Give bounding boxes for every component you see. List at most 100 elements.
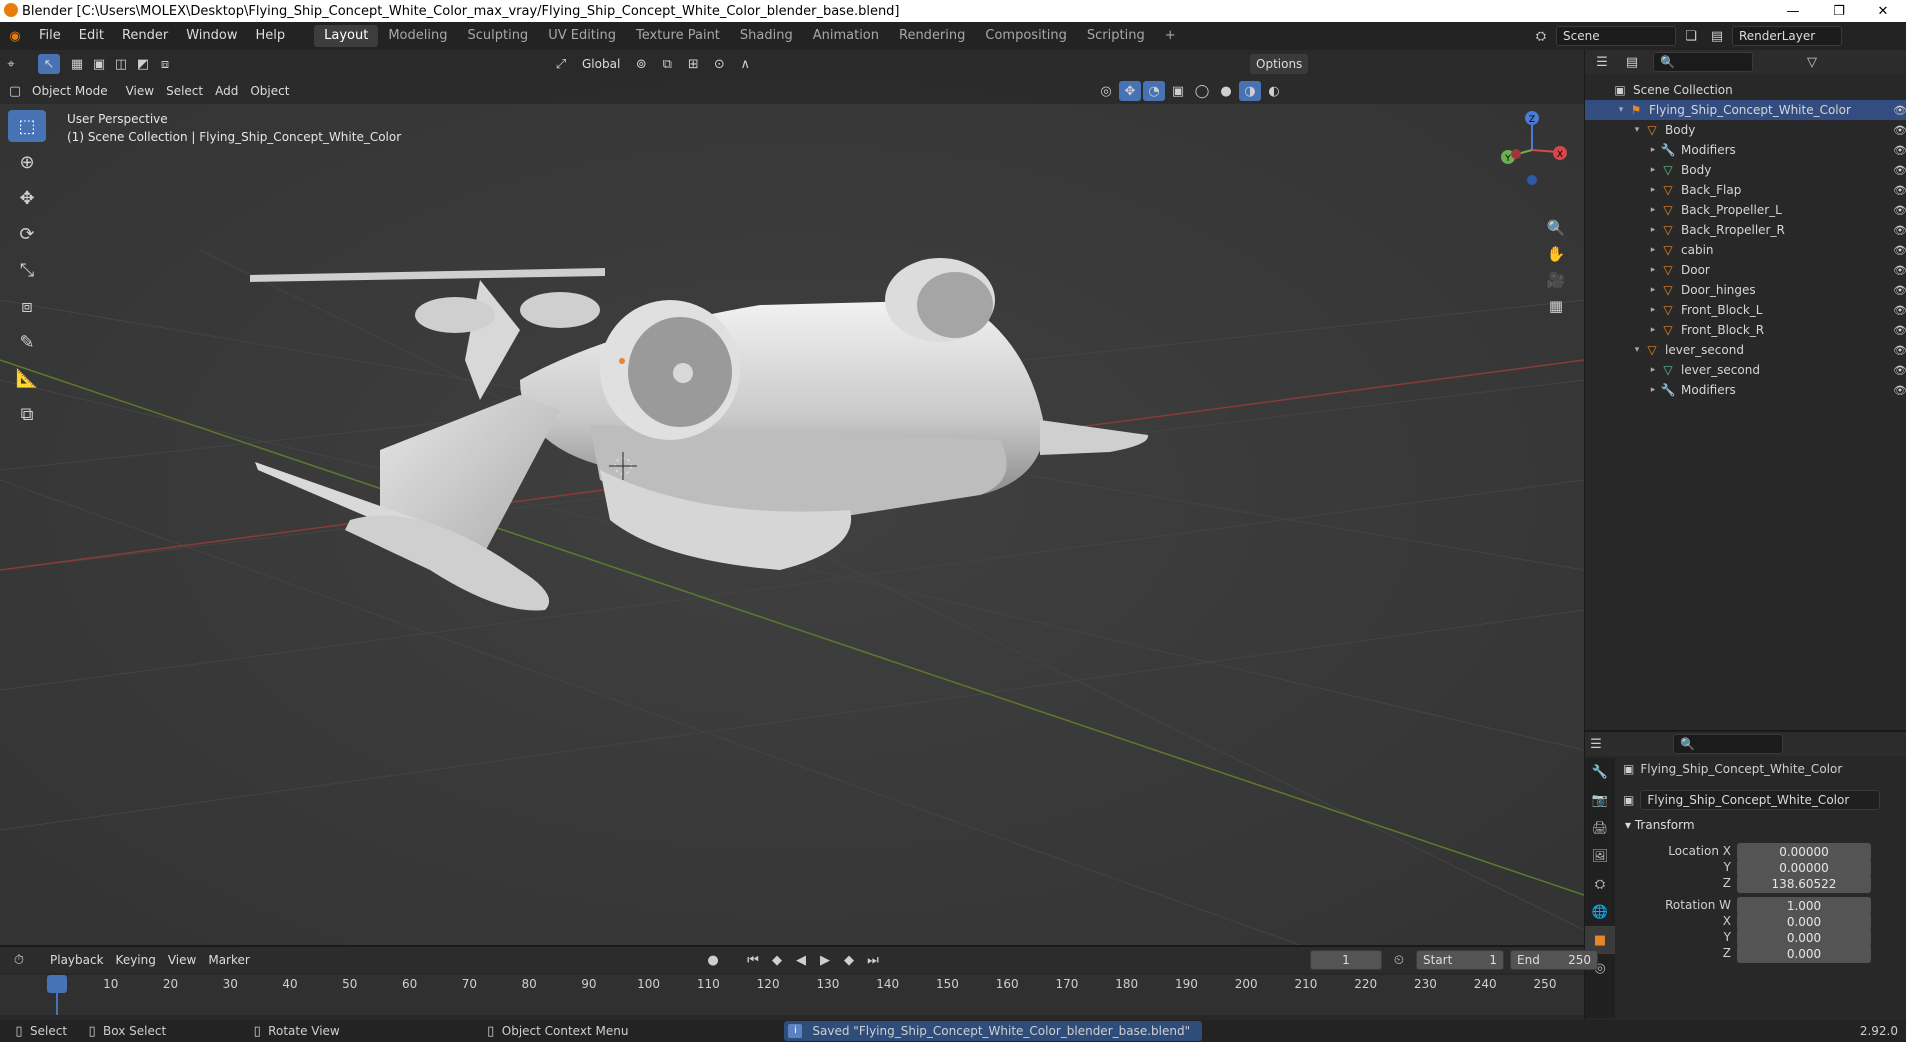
- tab-texture-paint[interactable]: Texture Paint: [626, 25, 730, 47]
- visibility-eye-icon[interactable]: 👁: [1893, 344, 1906, 357]
- outliner-row[interactable]: ▸ ▽ Front_Block_L 👁: [1585, 300, 1906, 320]
- start-frame-field[interactable]: Start 1: [1416, 950, 1504, 970]
- outliner-row[interactable]: ▸ ▽ Door_hinges 👁: [1585, 280, 1906, 300]
- next-keyframe-icon[interactable]: ◆: [838, 950, 860, 970]
- pivot-point-icon[interactable]: ⊚: [630, 54, 652, 74]
- snap-icon[interactable]: ⧉: [656, 54, 678, 74]
- display-mode-icon[interactable]: ▤: [1621, 52, 1643, 72]
- add-workspace-button[interactable]: +: [1155, 25, 1186, 47]
- render-layer-field[interactable]: RenderLayer: [1732, 26, 1842, 46]
- expand-toggle-icon[interactable]: ▸: [1647, 205, 1659, 215]
- select-box-tool-icon[interactable]: ⬚: [8, 110, 46, 142]
- visibility-eye-icon[interactable]: 👁: [1893, 224, 1906, 237]
- viewport-menu-add[interactable]: Add: [209, 81, 244, 101]
- tab-animation[interactable]: Animation: [803, 25, 889, 47]
- outliner-row[interactable]: ▸ ▽ cabin 👁: [1585, 240, 1906, 260]
- output-tab-icon[interactable]: 🖨: [1585, 814, 1615, 842]
- camera-view-icon[interactable]: 🎥: [1544, 268, 1568, 292]
- timeline-menu-playback[interactable]: Playback: [44, 950, 110, 970]
- expand-toggle-icon[interactable]: ▸: [1647, 305, 1659, 315]
- menu-edit[interactable]: Edit: [70, 22, 113, 50]
- 3d-viewport[interactable]: ⌖ ↖ ▦ ▣ ◫ ◩ ⧈ ⤢ Global ⊚ ⧉ ⊞ ⊙ ∧ Options…: [0, 50, 1584, 945]
- tab-layout[interactable]: Layout: [314, 25, 379, 47]
- options-dropdown[interactable]: Options: [1250, 54, 1309, 74]
- tab-compositing[interactable]: Compositing: [975, 25, 1077, 47]
- object-mode-dropdown[interactable]: Object Mode: [26, 81, 114, 101]
- tab-shading[interactable]: Shading: [730, 25, 803, 47]
- record-icon[interactable]: ●: [702, 950, 724, 970]
- editor-type-icon[interactable]: ⌖: [0, 54, 22, 74]
- outliner-row[interactable]: ▸ 🔧 Modifiers 👁: [1585, 380, 1906, 400]
- properties-editor-icon[interactable]: ☰: [1585, 734, 1607, 754]
- filter-icon[interactable]: ▽: [1801, 52, 1823, 72]
- move-tool-icon[interactable]: ✥: [8, 182, 46, 214]
- tab-sculpting[interactable]: Sculpting: [457, 25, 538, 47]
- tab-uv-editing[interactable]: UV Editing: [538, 25, 626, 47]
- rotate-tool-icon[interactable]: ⟳: [8, 218, 46, 250]
- wireframe-shading-icon[interactable]: ◯: [1191, 81, 1213, 101]
- expand-toggle-icon[interactable]: ▾: [1631, 125, 1643, 135]
- expand-toggle-icon[interactable]: ▸: [1647, 365, 1659, 375]
- tab-scripting[interactable]: Scripting: [1077, 25, 1155, 47]
- selection-intersect-icon[interactable]: ⧈: [154, 54, 176, 74]
- transform-orientation-dropdown[interactable]: Global: [576, 54, 626, 74]
- expand-toggle-icon[interactable]: ▸: [1647, 265, 1659, 275]
- expand-toggle-icon[interactable]: ▸: [1647, 285, 1659, 295]
- tool-tab-icon[interactable]: 🔧: [1585, 758, 1615, 786]
- timeline-menu-view[interactable]: View: [162, 950, 202, 970]
- preview-range-icon[interactable]: ⏲: [1388, 950, 1410, 970]
- playhead[interactable]: [47, 975, 67, 993]
- timeline-editor-icon[interactable]: ⏱: [8, 950, 30, 970]
- select-mode-icon[interactable]: ↖: [38, 54, 60, 74]
- timeline-menu-marker[interactable]: Marker: [202, 950, 255, 970]
- navigation-gizmo[interactable]: Z X Y: [1490, 108, 1570, 198]
- viewport-menu-select[interactable]: Select: [160, 81, 209, 101]
- outliner-row[interactable]: ▸ ▽ Door 👁: [1585, 260, 1906, 280]
- zoom-icon[interactable]: 🔍: [1544, 216, 1568, 240]
- falloff-icon[interactable]: ∧: [734, 54, 756, 74]
- visibility-eye-icon[interactable]: 👁: [1893, 244, 1906, 257]
- play-reverse-icon[interactable]: ◀: [790, 950, 812, 970]
- jump-start-icon[interactable]: ⏮: [742, 950, 764, 970]
- menu-help[interactable]: Help: [247, 22, 295, 50]
- selection-invert-icon[interactable]: ◩: [132, 54, 154, 74]
- tab-modeling[interactable]: Modeling: [378, 25, 457, 47]
- world-tab-icon[interactable]: 🌐: [1585, 898, 1615, 926]
- render-layer-icon[interactable]: ▤: [1706, 26, 1728, 46]
- transform-section-header[interactable]: ▾ Transform: [1625, 818, 1695, 832]
- expand-toggle-icon[interactable]: ▾: [1631, 345, 1643, 355]
- view-layer-tab-icon[interactable]: 🖼: [1585, 842, 1615, 870]
- expand-toggle-icon[interactable]: ▸: [1647, 325, 1659, 335]
- xray-toggle-icon[interactable]: ▣: [1167, 81, 1189, 101]
- outliner-row[interactable]: ▣ Scene Collection: [1585, 80, 1906, 100]
- outliner-row[interactable]: ▸ ▽ Back_Propeller_L 👁: [1585, 200, 1906, 220]
- outliner-row[interactable]: ▾ ▽ lever_second 👁: [1585, 340, 1906, 360]
- transform-tool-icon[interactable]: ⧈: [8, 290, 46, 322]
- render-tab-icon[interactable]: 📷: [1585, 786, 1615, 814]
- pan-hand-icon[interactable]: ✋: [1544, 242, 1568, 266]
- outliner-row[interactable]: ▸ ▽ Back_Flap 👁: [1585, 180, 1906, 200]
- jump-end-icon[interactable]: ⏭: [862, 950, 884, 970]
- scene-field[interactable]: Scene: [1556, 26, 1676, 46]
- play-icon[interactable]: ▶: [814, 950, 836, 970]
- scale-tool-icon[interactable]: ⤡: [8, 254, 46, 286]
- outliner-row[interactable]: ▸ ▽ Front_Block_R 👁: [1585, 320, 1906, 340]
- outliner-row[interactable]: ▸ ▽ Body 👁: [1585, 160, 1906, 180]
- proportional-editing-icon[interactable]: ⊙: [708, 54, 730, 74]
- close-button[interactable]: ✕: [1860, 0, 1906, 22]
- expand-toggle-icon[interactable]: ▸: [1647, 225, 1659, 235]
- outliner-row[interactable]: ▸ ▽ lever_second 👁: [1585, 360, 1906, 380]
- add-cube-tool-icon[interactable]: ⧉: [8, 398, 46, 430]
- visibility-eye-icon[interactable]: 👁: [1893, 324, 1906, 337]
- location-z-field[interactable]: 138.60522: [1737, 875, 1871, 893]
- properties-search-input[interactable]: 🔍: [1673, 734, 1783, 754]
- menu-window[interactable]: Window: [177, 22, 246, 50]
- outliner-row[interactable]: ▸ ▽ Back_Rropeller_R 👁: [1585, 220, 1906, 240]
- selection-extend-icon[interactable]: ▣: [88, 54, 110, 74]
- visibility-eye-icon[interactable]: 👁: [1893, 164, 1906, 177]
- visibility-eye-icon[interactable]: 👁: [1893, 124, 1906, 137]
- expand-toggle-icon[interactable]: ▸: [1647, 165, 1659, 175]
- outliner-row[interactable]: ▾ ⚑ Flying_Ship_Concept_White_Color 👁: [1585, 100, 1906, 120]
- visibility-eye-icon[interactable]: 👁: [1893, 384, 1906, 397]
- cursor-tool-icon[interactable]: ⊕: [8, 146, 46, 178]
